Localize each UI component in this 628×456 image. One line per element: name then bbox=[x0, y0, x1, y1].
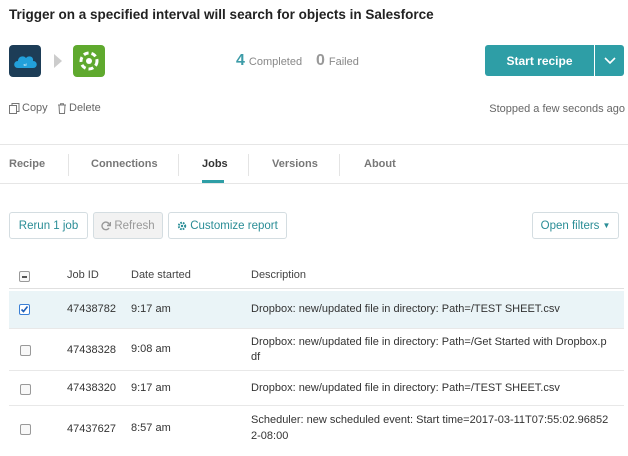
trash-icon bbox=[58, 102, 66, 114]
date-started: 9:17 am bbox=[131, 382, 171, 394]
divider bbox=[9, 288, 624, 289]
recipe-status: Stopped a few seconds ago bbox=[489, 103, 625, 115]
column-header-date[interactable]: Date started bbox=[131, 269, 191, 281]
tab-connections[interactable]: Connections bbox=[91, 158, 158, 170]
date-started: 9:17 am bbox=[131, 303, 171, 315]
table-row[interactable]: 47438328 9:08 am Dropbox: new/updated fi… bbox=[9, 329, 624, 371]
gear-icon bbox=[178, 221, 187, 230]
tab-separator bbox=[68, 154, 69, 176]
row-checkbox[interactable] bbox=[20, 384, 31, 395]
row-checkbox-checked[interactable] bbox=[19, 304, 30, 315]
copy-button[interactable]: Copy bbox=[9, 102, 48, 114]
tab-separator bbox=[339, 154, 340, 176]
copy-icon bbox=[9, 102, 20, 114]
tab-versions[interactable]: Versions bbox=[272, 158, 318, 170]
select-all-checkbox[interactable] bbox=[19, 271, 30, 282]
row-checkbox[interactable] bbox=[20, 345, 31, 356]
completed-stat: 4 Completed bbox=[236, 52, 303, 69]
divider bbox=[0, 183, 628, 184]
salesforce-icon: sf bbox=[9, 45, 41, 77]
description: Dropbox: new/updated file in directory: … bbox=[251, 303, 560, 315]
description: Scheduler: new scheduled event: Start ti… bbox=[251, 414, 609, 426]
job-id: 47438328 bbox=[67, 344, 116, 356]
open-filters-button[interactable]: Open filters ▼ bbox=[532, 212, 619, 239]
caret-down-icon: ▼ bbox=[602, 221, 611, 230]
recipe-title: Trigger on a specified interval will sea… bbox=[9, 7, 434, 22]
tab-separator bbox=[248, 154, 249, 176]
job-id: 47437627 bbox=[67, 423, 116, 435]
table-row[interactable]: 47438782 9:17 am Dropbox: new/updated fi… bbox=[9, 291, 624, 329]
flow-arrow-icon bbox=[54, 54, 62, 68]
start-recipe-button[interactable]: Start recipe bbox=[485, 45, 594, 76]
zendesk-icon bbox=[73, 45, 105, 77]
tab-recipe[interactable]: Recipe bbox=[9, 158, 45, 170]
table-row[interactable]: 47437627 8:57 am Scheduler: new schedule… bbox=[9, 406, 624, 452]
chevron-down-icon bbox=[603, 56, 616, 64]
job-id: 47438782 bbox=[67, 303, 116, 315]
checkmark-icon bbox=[20, 306, 29, 313]
job-id: 47438320 bbox=[67, 382, 116, 394]
start-recipe-dropdown[interactable] bbox=[595, 45, 624, 76]
refresh-button[interactable]: Refresh bbox=[93, 212, 163, 239]
table-row[interactable]: 47438320 9:17 am Dropbox: new/updated fi… bbox=[9, 371, 624, 406]
date-started: 9:08 am bbox=[131, 343, 171, 355]
failed-stat: 0 Failed bbox=[316, 52, 359, 69]
description-continued: 2-08:00 bbox=[251, 430, 289, 442]
description-continued: df bbox=[251, 351, 261, 363]
row-checkbox[interactable] bbox=[20, 424, 31, 435]
checkbox-indeterminate bbox=[19, 271, 30, 282]
column-header-job-id[interactable]: Job ID bbox=[67, 269, 99, 281]
tab-separator bbox=[178, 154, 179, 176]
rerun-button[interactable]: Rerun 1 job bbox=[9, 212, 88, 239]
customize-report-button[interactable]: Customize report bbox=[168, 212, 287, 239]
divider bbox=[0, 144, 628, 145]
refresh-icon bbox=[101, 220, 112, 230]
description: Dropbox: new/updated file in directory: … bbox=[251, 336, 607, 348]
description: Dropbox: new/updated file in directory: … bbox=[251, 382, 560, 394]
tab-about[interactable]: About bbox=[364, 158, 396, 170]
date-started: 8:57 am bbox=[131, 422, 171, 434]
tab-jobs[interactable]: Jobs bbox=[202, 158, 228, 170]
column-header-description[interactable]: Description bbox=[251, 269, 306, 281]
delete-button[interactable]: Delete bbox=[57, 102, 101, 114]
